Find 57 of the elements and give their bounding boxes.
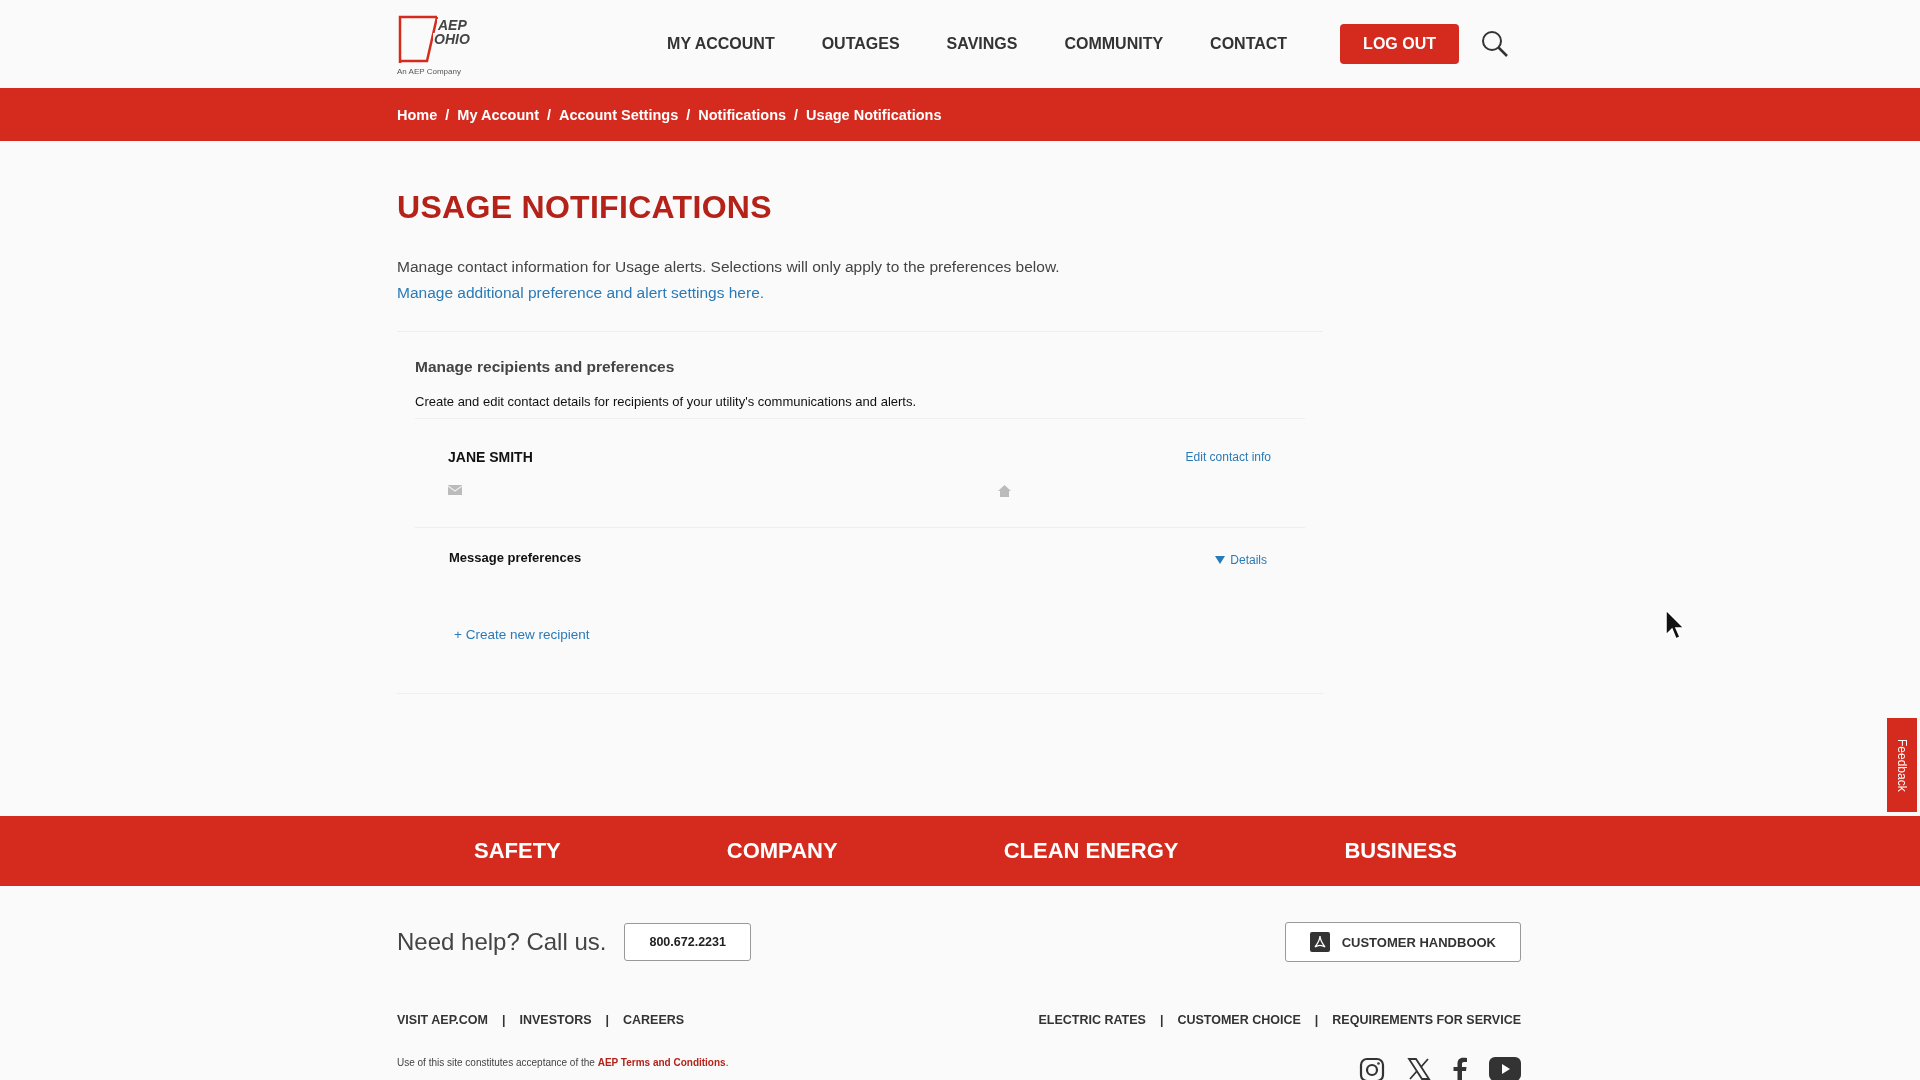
footer-nav-link[interactable]: BUSINESS — [1344, 838, 1457, 864]
footer-nav-link[interactable]: SAFETY — [474, 838, 561, 864]
link-separator: | — [1159, 1013, 1164, 1027]
footer-link[interactable]: INVESTORS — [519, 1013, 592, 1027]
pdf-icon — [1309, 932, 1330, 952]
card-title: Manage recipients and preferences — [415, 358, 676, 376]
nav-link[interactable]: OUTAGES — [821, 35, 900, 53]
footer-nav-link[interactable]: CLEAN ENERGY — [1003, 838, 1179, 864]
home-icon — [998, 485, 1011, 497]
breadcrumb-separator: / — [546, 106, 551, 123]
facebook-icon[interactable] — [1453, 1057, 1467, 1080]
breadcrumb-separator: / — [445, 106, 450, 123]
help-text: Need help? Call us. — [397, 928, 607, 956]
breadcrumb-separator: / — [686, 106, 691, 123]
card-description: Create and edit contact details for recipients of your utility's communications and alerts. — [415, 394, 1305, 419]
link-separator: | — [1314, 1013, 1319, 1027]
logo-text: OHIO — [433, 33, 471, 46]
envelope-icon — [448, 485, 462, 495]
create-recipient-link[interactable]: + Create new recipient — [454, 627, 590, 642]
footer-link[interactable]: REQUIREMENTS FOR SERVICE — [1332, 1013, 1521, 1027]
breadcrumb-link[interactable]: Home — [397, 106, 438, 123]
link-separator: | — [502, 1013, 506, 1027]
footer-link[interactable]: CAREERS — [623, 1013, 685, 1027]
logo-tagline: An AEP Company — [397, 67, 461, 76]
footer-link[interactable]: VISIT AEP.COM — [397, 1013, 488, 1027]
video-play-icon[interactable] — [1489, 1057, 1521, 1080]
caret-icon — [1215, 556, 1226, 564]
handbook-button[interactable]: CUSTOMER HANDBOOK — [1284, 922, 1521, 962]
footer-nav-link[interactable]: COMPANY — [726, 838, 838, 864]
breadcrumb-link[interactable]: Usage Notifications — [806, 106, 942, 123]
logo-text: AEP — [437, 19, 468, 32]
breadcrumb-link[interactable]: Notifications — [698, 106, 787, 123]
breadcrumb-link[interactable]: My Account — [457, 106, 539, 123]
instagram-icon[interactable] — [1359, 1057, 1385, 1080]
search-icon[interactable] — [1481, 30, 1509, 58]
x-logo-icon[interactable] — [1407, 1057, 1431, 1080]
feedback-tab[interactable]: Feedback — [1887, 718, 1917, 812]
breadcrumb-link[interactable]: Account Settings — [559, 106, 679, 123]
settings-link[interactable]: Manage additional preference and alert settings here. — [397, 284, 765, 301]
footer-link[interactable]: ELECTRIC RATES — [1038, 1013, 1146, 1027]
breadcrumb-separator: / — [794, 106, 799, 123]
footer-link[interactable]: CUSTOMER CHOICE — [1177, 1013, 1301, 1027]
nav-link[interactable]: COMMUNITY — [1064, 35, 1164, 53]
nav-link[interactable]: MY ACCOUNT — [667, 35, 775, 53]
phone-button[interactable]: 800.672.2231 — [624, 923, 751, 961]
terms-link[interactable]: AEP Terms and Conditions — [597, 1057, 726, 1068]
link-separator: | — [605, 1013, 609, 1027]
nav-link[interactable]: CONTACT — [1210, 35, 1288, 53]
legal-text: Use of this site constitutes acceptance of the AEP Terms and Conditions. — [397, 1057, 729, 1070]
preferences-label: Message preferences — [449, 550, 582, 567]
logout-button[interactable]: LOG OUT — [1340, 24, 1459, 64]
recipient-name: JANE SMITH — [448, 449, 533, 465]
intro-text: Manage contact information for Usage alerts. Selections will only apply to the preferences below. Manage additional preference and alert settings here. — [397, 257, 1061, 303]
nav-link[interactable]: SAVINGS — [946, 35, 1018, 53]
details-toggle[interactable]: Details — [1215, 553, 1267, 567]
edit-contact-link[interactable]: Edit contact info — [1185, 450, 1271, 464]
page-title: USAGE NOTIFICATIONS — [397, 189, 773, 226]
